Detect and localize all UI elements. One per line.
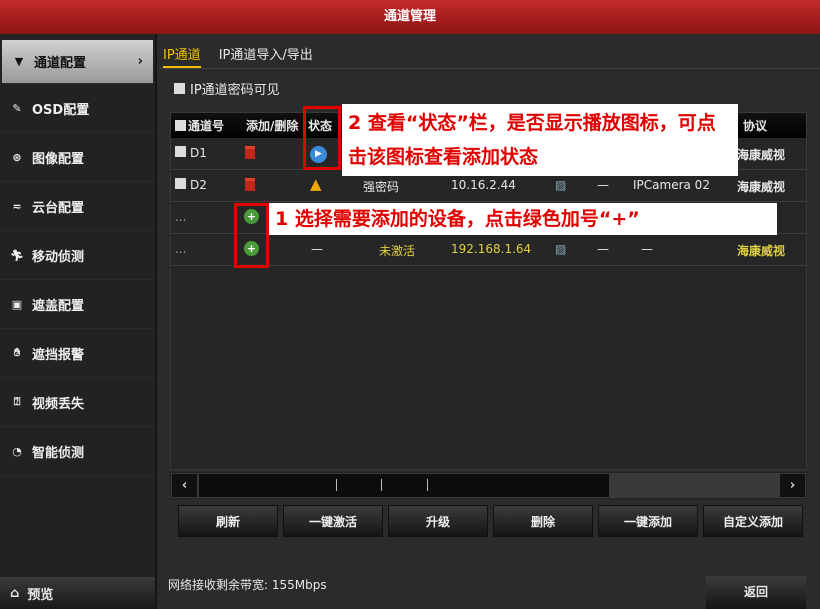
tab-ip-channel[interactable]: IP通道 [163, 44, 201, 68]
warning-icon[interactable]: ▲ [310, 175, 322, 193]
tamper-icon: ✋︎ [10, 346, 24, 360]
delete-button[interactable]: 删除 [493, 505, 593, 537]
row-checkbox[interactable] [175, 146, 188, 160]
security-status: 强密码 [363, 178, 399, 195]
bandwidth-text: 网络接收剩余带宽: 155Mbps [168, 576, 327, 593]
sidebar-item-label: 图像配置 [32, 148, 84, 167]
tab-import-export[interactable]: IP通道导入/导出 [219, 44, 313, 68]
sidebar-item-video-loss[interactable]: ⍰ 视频丢失 [0, 378, 155, 427]
sidebar-item-ptz[interactable]: ≂ 云台配置 [0, 182, 155, 231]
window-title: 通道管理 [0, 0, 820, 34]
row-checkbox[interactable] [175, 178, 188, 192]
sidebar-item-label: 移动侦测 [32, 246, 84, 265]
sidebar-item-label: 视频丢失 [32, 393, 84, 412]
smart-icon: ◔ [10, 445, 24, 458]
protocol: 海康威视 [737, 178, 785, 195]
ip-address: 10.16.2.44 [451, 178, 516, 192]
checkbox-label: IP通道密码可见 [190, 79, 280, 98]
quick-add-button[interactable]: 一键添加 [598, 505, 698, 537]
sidebar-item-label: 通道配置 [34, 52, 86, 71]
sidebar-item-smart[interactable]: ◔ 智能侦测 [0, 427, 155, 476]
preview-label: 预览 [27, 584, 53, 603]
delete-icon[interactable] [245, 146, 255, 162]
sidebar-item-image[interactable]: ⊛ 图像配置 [0, 133, 155, 182]
sidebar-item-tamper[interactable]: ✋︎ 遮挡报警 [0, 329, 155, 378]
sidebar-item-label: 遮挡报警 [32, 344, 84, 363]
edit-icon: ✎ [10, 102, 24, 115]
highlight-add-column [234, 203, 269, 268]
sidebar-item-channel-config[interactable]: ▼ 通道配置 › [2, 40, 153, 84]
channel-id: ... [175, 242, 186, 256]
horizontal-scrollbar[interactable]: ‹ › [170, 472, 807, 499]
protocol: 海康威视 [737, 146, 785, 163]
scroll-left-button[interactable]: ‹ [172, 474, 197, 497]
header-add-delete: 添加/删除 [240, 117, 308, 134]
sidebar-item-mask[interactable]: ▣ 遮盖配置 [0, 280, 155, 329]
security-status: 未激活 [379, 242, 415, 259]
header-channel: 通道号 [188, 117, 240, 134]
sidebar-item-label: 智能侦测 [32, 442, 84, 461]
video-loss-icon: ⍰ [10, 395, 24, 409]
motion-icon: 🏃︎ [10, 249, 24, 262]
preview-button[interactable]: ⌂ 预览 [0, 577, 155, 609]
sidebar: ▼ 通道配置 › ✎ OSD配置 ⊛ 图像配置 ≂ 云台配置 🏃︎ 移动侦测 ▣ 遮盖配置 ✋… [0, 34, 157, 609]
port: — [597, 242, 609, 256]
status: — [311, 242, 323, 256]
delete-icon[interactable] [245, 178, 255, 194]
divider [160, 68, 820, 69]
channel-id: ... [175, 210, 186, 224]
home-icon: ⌂ [10, 586, 19, 601]
camera-icon: ▼ [12, 55, 26, 68]
annotation-step2: 2 查看“状态”栏，是否显示播放图标，可点击该图标查看添加状态 [342, 104, 738, 176]
sidebar-item-label: 遮盖配置 [32, 295, 84, 314]
custom-add-button[interactable]: 自定义添加 [703, 505, 803, 537]
channel-id: D2 [190, 178, 207, 192]
select-all-checkbox[interactable] [175, 120, 186, 131]
sidebar-item-motion[interactable]: 🏃︎ 移动侦测 [0, 231, 155, 280]
ptz-icon: ≂ [10, 200, 24, 213]
upgrade-button[interactable]: 升级 [388, 505, 488, 537]
highlight-status-column [303, 106, 341, 170]
edit-icon[interactable]: ▨ [555, 242, 566, 256]
sidebar-item-label: 云台配置 [32, 197, 84, 216]
activate-all-button[interactable]: 一键激活 [283, 505, 383, 537]
refresh-button[interactable]: 刷新 [178, 505, 278, 537]
mask-icon: ▣ [10, 298, 24, 311]
edit-icon[interactable]: ▨ [555, 178, 566, 192]
chevron-right-icon: › [138, 54, 143, 69]
device-name: IPCamera 02 [633, 178, 710, 192]
channel-id: D1 [190, 146, 207, 160]
device-name: — [641, 242, 653, 256]
ip-address: 192.168.1.64 [451, 242, 531, 256]
annotation-step1: 1 选择需要添加的设备，点击绿色加号“+” [269, 203, 777, 235]
checkbox[interactable] [174, 83, 185, 94]
protocol: 海康威视 [737, 242, 785, 259]
scroll-thumb[interactable] [199, 474, 609, 497]
image-icon: ⊛ [10, 151, 24, 164]
port: — [597, 178, 609, 192]
password-visible-checkbox[interactable]: IP通道密码可见 [174, 79, 280, 98]
back-button[interactable]: 返回 [706, 576, 806, 609]
scroll-right-button[interactable]: › [780, 474, 805, 497]
header-protocol: 协议 [743, 117, 767, 134]
sidebar-item-label: OSD配置 [32, 99, 89, 118]
sidebar-item-osd[interactable]: ✎ OSD配置 [0, 84, 155, 133]
